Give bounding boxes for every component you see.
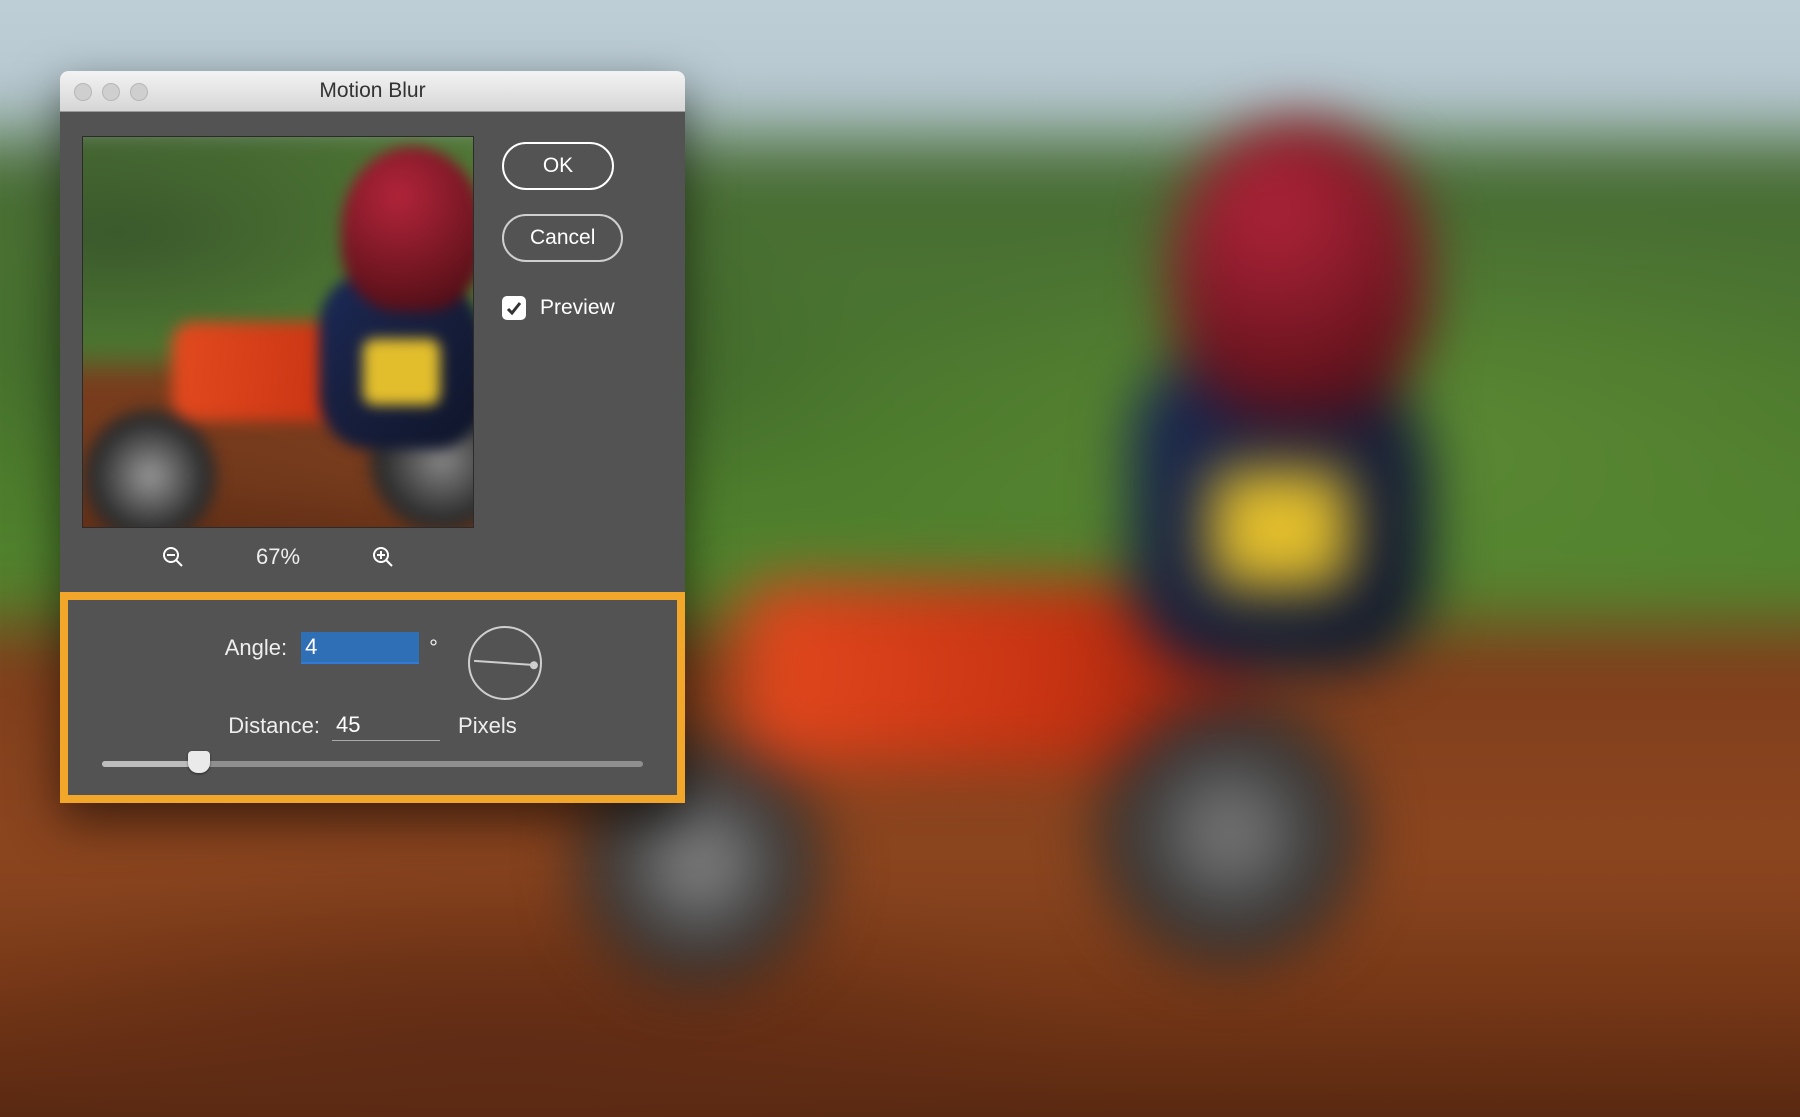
ok-button[interactable]: OK: [502, 142, 614, 190]
zoom-in-icon[interactable]: [370, 544, 396, 570]
preview-thumbnail[interactable]: [82, 136, 474, 528]
preview-checkbox-label: Preview: [540, 296, 615, 320]
dialog-title: Motion Blur: [319, 79, 425, 103]
zoom-level-label: 67%: [256, 544, 300, 570]
subject-rider: [990, 89, 1610, 869]
close-icon[interactable]: [74, 83, 92, 101]
zoom-out-icon[interactable]: [160, 544, 186, 570]
check-icon: [506, 300, 522, 316]
angle-input[interactable]: [301, 632, 419, 664]
distance-label: Distance:: [228, 713, 320, 739]
motion-blur-dialog: Motion Blur: [60, 71, 685, 803]
minimize-icon[interactable]: [102, 83, 120, 101]
preview-checkbox[interactable]: [502, 296, 526, 320]
angle-label: Angle:: [203, 635, 287, 661]
distance-slider[interactable]: [102, 761, 643, 767]
distance-slider-thumb[interactable]: [188, 751, 210, 773]
distance-input[interactable]: [332, 710, 440, 741]
angle-unit: °: [429, 635, 438, 661]
angle-dial-icon[interactable]: [468, 626, 542, 700]
maximize-icon[interactable]: [130, 83, 148, 101]
parameters-highlight-region: Angle: ° Distance: Pixels: [60, 592, 685, 803]
cancel-button[interactable]: Cancel: [502, 214, 623, 262]
window-traffic-lights: [74, 83, 148, 101]
distance-unit: Pixels: [458, 713, 517, 739]
dialog-titlebar[interactable]: Motion Blur: [60, 71, 685, 112]
